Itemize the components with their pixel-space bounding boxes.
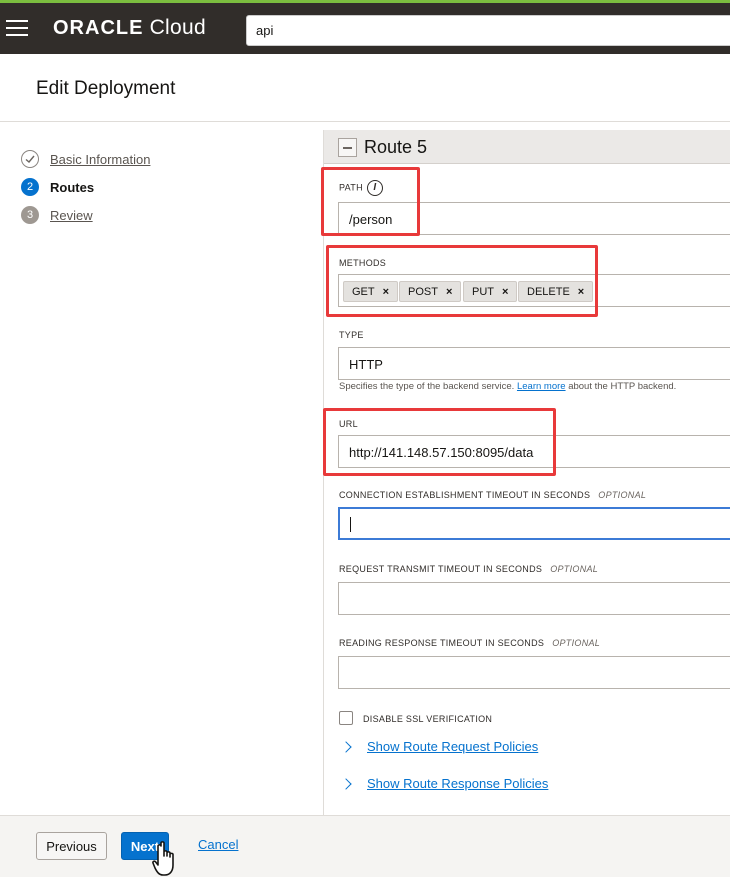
- url-label: URL: [339, 419, 358, 429]
- chip-label: DELETE: [527, 285, 570, 298]
- chip-label: POST: [408, 285, 438, 298]
- optional-tag: OPTIONAL: [550, 564, 599, 574]
- connection-timeout-label: CONNECTION ESTABLISHMENT TIMEOUT IN SECO…: [339, 490, 646, 500]
- type-help-text: Specifies the type of the backend servic…: [339, 381, 676, 392]
- route-panel: Route 5 PATH i /person METHODS GET × POST ×…: [323, 130, 730, 820]
- methods-input[interactable]: GET × POST × PUT × DELETE ×: [338, 274, 730, 307]
- step-routes[interactable]: 2 Routes: [21, 177, 94, 197]
- show-response-policies-link[interactable]: Show Route Response Policies: [367, 776, 548, 791]
- type-label: TYPE: [339, 330, 364, 340]
- chip-label: GET: [352, 285, 375, 298]
- step-review[interactable]: 3 Review: [21, 205, 93, 225]
- help-text: about the HTTP backend.: [565, 381, 677, 392]
- show-request-policies-link[interactable]: Show Route Request Policies: [367, 739, 538, 754]
- chevron-right-icon[interactable]: [340, 741, 352, 753]
- type-select[interactable]: HTTP: [338, 347, 730, 380]
- step-number: 2: [21, 178, 39, 196]
- label-text: CONNECTION ESTABLISHMENT TIMEOUT IN SECO…: [339, 490, 591, 500]
- connection-timeout-input[interactable]: [338, 507, 730, 540]
- previous-button[interactable]: Previous: [36, 832, 107, 860]
- step-number: 3: [21, 206, 39, 224]
- step-basic-information[interactable]: Basic Information: [21, 149, 150, 169]
- path-input[interactable]: /person: [338, 202, 730, 235]
- help-text: Specifies the type of the backend servic…: [339, 381, 517, 392]
- top-bar: ORACLE Cloud api: [0, 0, 730, 54]
- method-chip-put[interactable]: PUT ×: [463, 281, 518, 302]
- step-label[interactable]: Basic Information: [50, 152, 150, 167]
- remove-icon[interactable]: ×: [446, 286, 452, 298]
- learn-more-link[interactable]: Learn more: [517, 381, 566, 392]
- global-search-input[interactable]: api: [246, 15, 730, 46]
- method-chip-get[interactable]: GET ×: [343, 281, 399, 302]
- page-header: Edit Deployment: [0, 54, 730, 122]
- chip-label: PUT: [472, 285, 494, 298]
- methods-label: METHODS: [339, 258, 387, 268]
- url-input[interactable]: http://141.148.57.150:8095/data: [338, 435, 730, 468]
- transmit-timeout-input[interactable]: [338, 582, 730, 615]
- hand-pointer-icon: [152, 841, 174, 876]
- page-title: Edit Deployment: [36, 78, 176, 99]
- step-label: Routes: [50, 179, 95, 195]
- optional-tag: OPTIONAL: [552, 638, 601, 648]
- reading-timeout-input[interactable]: [338, 656, 730, 689]
- label-text: READING RESPONSE TIMEOUT IN SECONDS: [339, 638, 545, 648]
- cancel-link[interactable]: Cancel: [198, 837, 238, 852]
- remove-icon[interactable]: ×: [578, 286, 584, 298]
- logo-product: Cloud: [143, 16, 206, 39]
- disable-ssl-checkbox[interactable]: [339, 711, 353, 725]
- oracle-cloud-logo[interactable]: ORACLE Cloud: [53, 16, 206, 40]
- disable-ssl-label: DISABLE SSL VERIFICATION: [363, 714, 493, 724]
- route-header: Route 5: [324, 130, 730, 164]
- check-circle-icon: [21, 150, 39, 168]
- route-title: Route 5: [364, 137, 428, 157]
- method-chip-delete[interactable]: DELETE ×: [518, 281, 594, 302]
- reading-timeout-label: READING RESPONSE TIMEOUT IN SECONDS OPTIO…: [339, 638, 600, 648]
- info-icon[interactable]: i: [366, 180, 383, 196]
- chevron-right-icon[interactable]: [340, 778, 352, 790]
- footer-bar: Previous Next Cancel: [0, 815, 730, 877]
- path-label-text: PATH: [339, 182, 363, 193]
- optional-tag: OPTIONAL: [598, 490, 647, 500]
- transmit-timeout-label: REQUEST TRANSMIT TIMEOUT IN SECONDS OPTIO…: [339, 564, 598, 574]
- logo-brand: ORACLE: [53, 17, 144, 39]
- step-label[interactable]: Review: [50, 208, 93, 223]
- collapse-icon[interactable]: [338, 138, 357, 157]
- path-label: PATH i: [339, 180, 383, 196]
- remove-icon[interactable]: ×: [502, 286, 508, 298]
- method-chip-post[interactable]: POST ×: [399, 281, 462, 302]
- hamburger-menu-icon[interactable]: [6, 20, 28, 36]
- label-text: REQUEST TRANSMIT TIMEOUT IN SECONDS: [339, 564, 543, 574]
- remove-icon[interactable]: ×: [383, 286, 389, 298]
- text-cursor: [350, 517, 351, 533]
